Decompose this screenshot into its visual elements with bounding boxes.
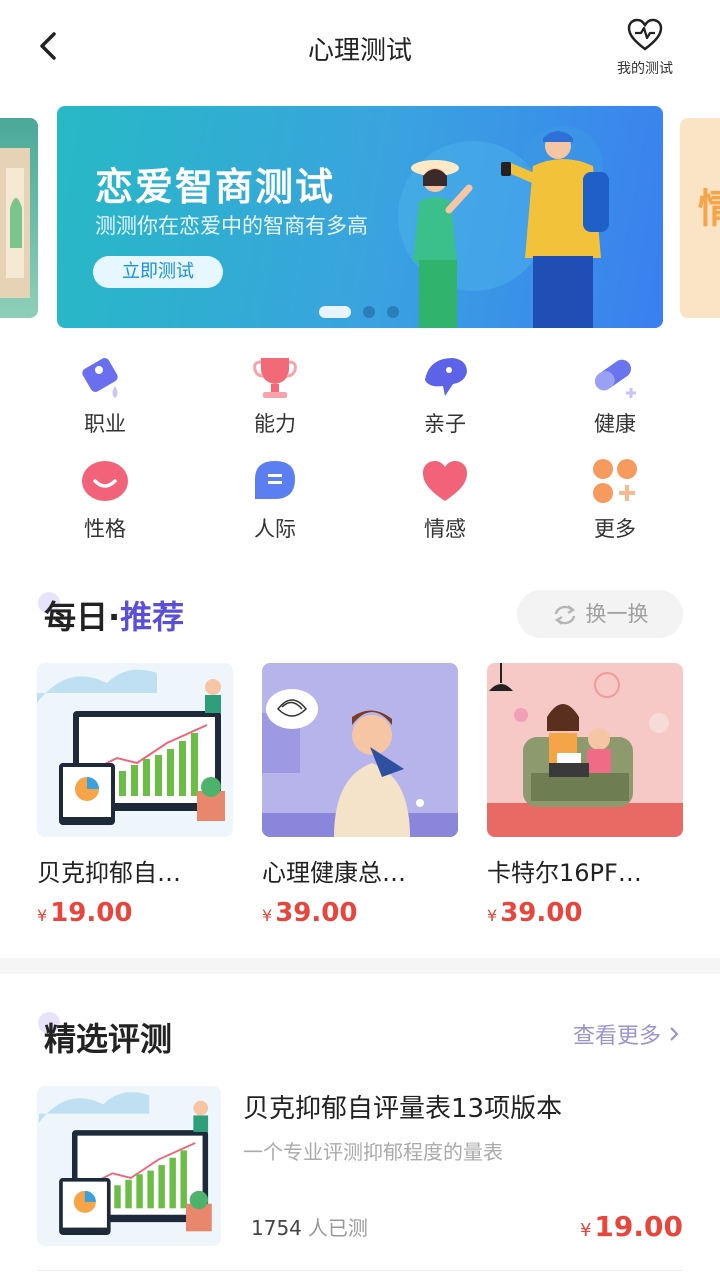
test-count-unit: 人已测 bbox=[307, 1216, 368, 1240]
currency-symbol: ¥ bbox=[37, 906, 48, 925]
banner-title: 恋爱智商测试 bbox=[95, 165, 336, 209]
list-item-image bbox=[37, 1086, 221, 1246]
product-price: ¥39.00 bbox=[487, 898, 683, 928]
banner-subtitle: 测测你在恋爱中的智商有多高 bbox=[95, 214, 368, 238]
list-divider bbox=[37, 1270, 683, 1271]
selected-section-title: 精选评测 bbox=[44, 1020, 173, 1058]
test-count-value: 1754 bbox=[251, 1216, 302, 1240]
daily-section-title: 每日·推荐 bbox=[44, 592, 184, 638]
pill-icon bbox=[594, 359, 636, 398]
prev-card-illustration bbox=[0, 148, 30, 298]
trophy-icon bbox=[253, 358, 297, 398]
see-more-link[interactable]: 查看更多 bbox=[573, 1018, 680, 1050]
price-value: 19.00 bbox=[594, 1210, 683, 1243]
product-card[interactable]: 卡特尔16PF… ¥39.00 bbox=[487, 663, 683, 933]
price-value: 19.00 bbox=[50, 898, 133, 928]
list-item-description: 一个专业评测抑郁程度的量表 bbox=[243, 1140, 503, 1164]
mother-child-reading-illustration bbox=[487, 663, 683, 837]
my-test-label: 我的测试 bbox=[617, 61, 673, 77]
category-label: 人际 bbox=[254, 517, 296, 541]
chat-icon bbox=[255, 461, 295, 499]
product-card[interactable]: 贝克抑郁自… ¥19.00 bbox=[37, 663, 233, 933]
smile-icon bbox=[82, 461, 128, 501]
product-price: ¥39.00 bbox=[262, 898, 458, 928]
category-label: 更多 bbox=[594, 517, 636, 541]
list-item[interactable]: 贝克抑郁自评量表13项版本 一个专业评测抑郁程度的量表 1754 人已测 ¥19.… bbox=[37, 1086, 683, 1256]
carousel-dot bbox=[387, 306, 399, 318]
category-more[interactable]: 更多 bbox=[530, 455, 700, 545]
product-name: 心理健康总… bbox=[262, 859, 406, 887]
section-divider bbox=[0, 958, 720, 974]
category-label: 健康 bbox=[594, 412, 636, 436]
banner-prev-card[interactable] bbox=[0, 118, 38, 318]
category-label: 性格 bbox=[84, 517, 126, 541]
header: 心理测试 我的测试 bbox=[0, 0, 720, 96]
carousel-dot-active bbox=[319, 306, 351, 318]
category-label: 职业 bbox=[84, 412, 126, 436]
category-ability[interactable]: 能力 bbox=[190, 350, 360, 440]
category-label: 能力 bbox=[254, 412, 296, 436]
daily-title-accent: 推荐 bbox=[120, 598, 185, 636]
price-value: 39.00 bbox=[500, 898, 583, 928]
parenting-icon bbox=[425, 358, 467, 396]
next-card-text: 情 bbox=[698, 186, 720, 232]
list-item-title: 贝克抑郁自评量表13项版本 bbox=[243, 1094, 563, 1124]
price-value: 39.00 bbox=[275, 898, 358, 928]
refresh-label: 换一换 bbox=[585, 602, 649, 626]
refresh-button[interactable]: 换一换 bbox=[517, 590, 683, 638]
category-parenting[interactable]: 亲子 bbox=[360, 350, 530, 440]
chevron-right-icon bbox=[670, 1027, 679, 1041]
couple-illustration bbox=[398, 126, 609, 328]
category-label: 情感 bbox=[424, 517, 466, 541]
category-social[interactable]: 人际 bbox=[190, 455, 360, 545]
category-label: 亲子 bbox=[424, 412, 466, 436]
product-image bbox=[487, 663, 683, 837]
banner-carousel[interactable]: 恋爱智商测试 测测你在恋爱中的智商有多高 立即测试 情 bbox=[0, 106, 720, 330]
chart-monitor-illustration bbox=[38, 1092, 212, 1235]
currency-symbol: ¥ bbox=[262, 906, 273, 925]
category-health[interactable]: 健康 bbox=[530, 350, 700, 440]
sad-person-illustration bbox=[262, 689, 458, 837]
product-card[interactable]: 心理健康总… ¥39.00 bbox=[262, 663, 458, 933]
career-icon bbox=[82, 358, 118, 398]
category-personality[interactable]: 性格 bbox=[20, 455, 190, 545]
category-career[interactable]: 职业 bbox=[20, 350, 190, 440]
product-name: 贝克抑郁自… bbox=[37, 859, 181, 887]
chart-monitor-illustration bbox=[37, 669, 225, 825]
test-count: 1754 人已测 bbox=[251, 1212, 368, 1241]
category-grid: 职业 能力 亲子 健康 性格 人际 情感 更多 bbox=[20, 350, 700, 541]
daily-title-main: 每日 bbox=[44, 598, 109, 636]
my-test-button[interactable]: 我的测试 bbox=[600, 18, 690, 78]
carousel-dot bbox=[363, 306, 375, 318]
more-icon bbox=[593, 459, 637, 503]
heart-icon bbox=[423, 461, 467, 501]
list-item-price: ¥19.00 bbox=[580, 1210, 683, 1243]
heart-pulse-icon bbox=[627, 18, 663, 51]
product-image bbox=[37, 663, 233, 837]
product-name: 卡特尔16PF… bbox=[487, 859, 642, 887]
currency-symbol: ¥ bbox=[579, 1220, 592, 1241]
start-test-button[interactable]: 立即测试 bbox=[93, 256, 223, 288]
category-emotion[interactable]: 情感 bbox=[360, 455, 530, 545]
product-image bbox=[262, 663, 458, 837]
product-price: ¥19.00 bbox=[37, 898, 233, 928]
currency-symbol: ¥ bbox=[487, 906, 498, 925]
refresh-icon bbox=[554, 605, 575, 625]
see-more-label: 查看更多 bbox=[572, 1024, 661, 1049]
banner-next-card[interactable]: 情 bbox=[680, 118, 720, 318]
daily-title-separator: · bbox=[108, 598, 121, 636]
banner-slide[interactable]: 恋爱智商测试 测测你在恋爱中的智商有多高 立即测试 bbox=[57, 106, 663, 328]
